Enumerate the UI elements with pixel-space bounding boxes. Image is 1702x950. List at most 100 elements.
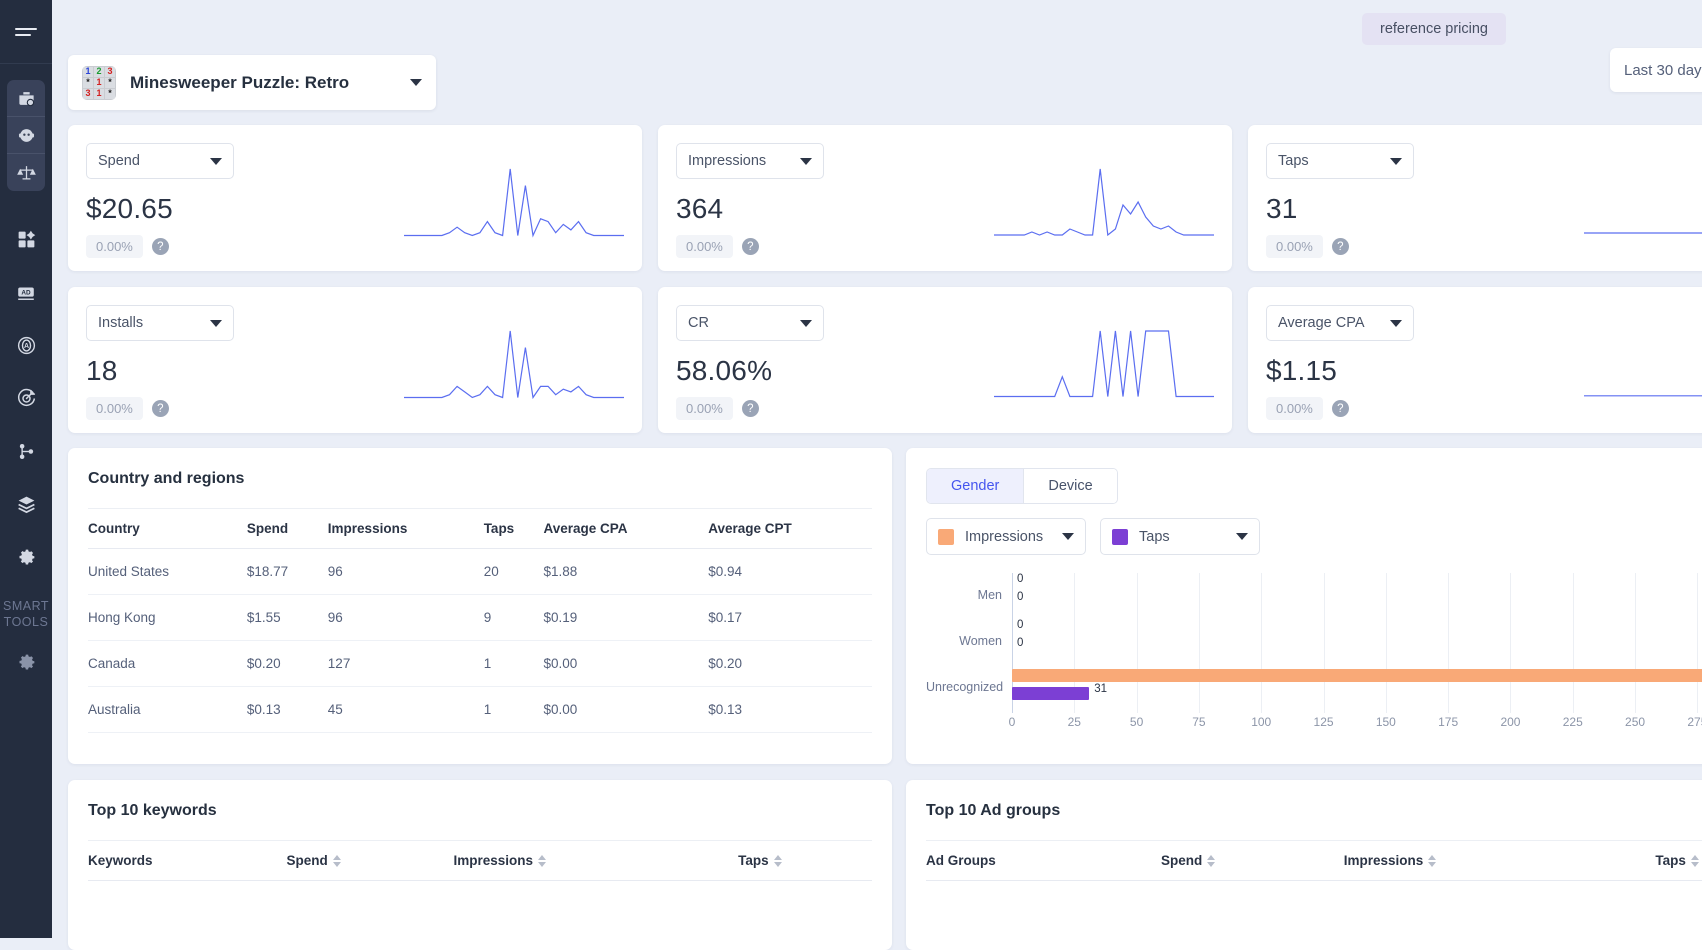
bar-taps-unrecognized[interactable] [1012,687,1089,700]
chevron-down-icon[interactable] [1390,320,1402,327]
sidebar-item-ads[interactable]: AD [0,266,52,319]
sparkline-average-cpa [1584,329,1702,405]
chevron-down-icon[interactable] [410,79,422,86]
chevron-down-icon[interactable] [1390,158,1402,165]
help-icon[interactable]: ? [152,400,169,417]
sidebar-item-account[interactable]: A [0,319,52,372]
bar-label-impressions-men: 0 [1017,573,1023,585]
sidebar-item-campaigns[interactable] [0,372,52,425]
x-tick-label: 275 [1687,715,1702,729]
table-row[interactable]: Hong Kong$1.55969$0.19$0.17 [88,595,872,641]
sidebar-item-layers[interactable] [0,478,52,531]
date-range-selector[interactable]: Last 30 days [1610,48,1702,92]
series-select-impressions[interactable]: Impressions [926,518,1086,555]
panel-title: Top 10 keywords [68,780,892,840]
metric-card-average-cpa: Average CPA$1.150.00%? [1248,287,1702,433]
smart-gear-icon[interactable] [0,642,52,682]
reference-pricing-button[interactable]: reference pricing [1362,13,1506,45]
country-table-body: United States$18.779620$1.88$0.94Hong Ko… [88,549,872,733]
help-icon[interactable]: ? [742,400,759,417]
column-header: Country [88,509,247,549]
table-cell: 1 [484,687,544,733]
x-tick-label: 175 [1438,715,1458,729]
column-header-impressions[interactable]: Impressions [1344,841,1656,881]
country-table-wrap: CountrySpendImpressionsTapsAverage CPAAv… [68,508,892,733]
country-and-regions-panel: Country and regions CountrySpendImpressi… [68,448,892,764]
app-selector[interactable]: 123*1*31* Minesweeper Puzzle: Retro [68,55,436,110]
app-title: Minesweeper Puzzle: Retro [130,73,410,93]
x-tick-label: 225 [1563,715,1583,729]
sidebar-item-settings[interactable] [0,531,52,584]
x-tick-label: 150 [1376,715,1396,729]
sidebar-item-dashboard[interactable] [0,213,52,266]
series-select-taps[interactable]: Taps [1100,518,1260,555]
category-label: Men [926,588,1012,602]
gender-device-panel: GenderDevice ImpressionsTaps Men00Women0… [906,448,1702,764]
metric-select-label: CR [688,315,800,331]
bar-impressions-unrecognized[interactable] [1012,669,1702,682]
column-header: Average CPA [544,509,709,549]
svg-text:AD: AD [21,289,31,296]
metric-select-installs[interactable]: Installs [86,305,234,341]
sort-arrows-icon[interactable] [333,855,341,867]
table-row[interactable]: United States$18.779620$1.88$0.94 [88,549,872,595]
metric-select-average-cpa[interactable]: Average CPA [1266,305,1414,341]
top-adgroups-panel: Top 10 Ad groups Ad GroupsSpendImpressio… [906,780,1702,950]
table-row[interactable]: Canada$0.201271$0.00$0.20 [88,641,872,687]
metric-delta-taps: 0.00% [1266,235,1323,258]
table-cell: $1.88 [544,549,709,595]
column-header-keywords: Keywords [88,841,287,881]
column-header-taps[interactable]: Taps [738,841,872,881]
help-icon[interactable]: ? [742,238,759,255]
adgroups-table-wrap: Ad GroupsSpend ImpressionsTaps [906,840,1702,881]
category-label: Women [926,634,1012,648]
app-icon-cell-8: * [105,89,115,99]
chevron-down-icon[interactable] [210,320,222,327]
bar-label-taps-men: 0 [1017,591,1023,603]
sort-arrows-icon[interactable] [1691,855,1699,867]
category-label: Unrecognized [926,680,1012,694]
series-selectors: Impressions Taps [926,518,1702,555]
column-header: Spend [247,509,328,549]
sort-arrows-icon[interactable] [1428,855,1436,867]
keywords-table-wrap: KeywordsSpendImpressionsTaps [68,840,892,881]
column-header-taps[interactable]: Taps [1655,841,1702,881]
sidebar-item-balance[interactable] [7,154,45,191]
chevron-down-icon[interactable] [1062,533,1074,540]
sidebar-item-structure[interactable] [0,425,52,478]
column-header-impressions[interactable]: Impressions [453,841,738,881]
app-icon-cell-2: 3 [105,67,115,77]
column-header-spend[interactable]: Spend [1161,841,1344,881]
metric-select-taps[interactable]: Taps [1266,143,1414,179]
chevron-down-icon[interactable] [800,158,812,165]
chevron-down-icon[interactable] [800,320,812,327]
tab-device[interactable]: Device [1023,469,1116,503]
column-header-label: Spend [1161,853,1202,868]
sidebar-item-toolbox[interactable] [7,80,45,117]
column-header-label: Taps [1655,853,1686,868]
hamburger-menu-icon[interactable] [0,0,52,64]
sort-arrows-icon[interactable] [538,855,546,867]
table-cell: Hong Kong [88,595,247,641]
sort-arrows-icon[interactable] [1207,855,1215,867]
tab-gender[interactable]: Gender [927,469,1023,503]
sort-arrows-icon[interactable] [774,855,782,867]
help-icon[interactable]: ? [152,238,169,255]
table-row[interactable]: Australia$0.13451$0.00$0.13 [88,687,872,733]
help-icon[interactable]: ? [1332,238,1349,255]
metric-select-spend[interactable]: Spend [86,143,234,179]
x-tick-label: 25 [1068,715,1081,729]
help-icon[interactable]: ? [1332,400,1349,417]
table-cell: $0.00 [544,687,709,733]
chevron-down-icon[interactable] [210,158,222,165]
chevron-down-icon[interactable] [1236,533,1248,540]
x-tick-label: 100 [1251,715,1271,729]
metric-card-spend: Spend$20.650.00%? [68,125,642,271]
bar-label-taps-unrecognized: 31 [1094,683,1107,695]
sidebar-item-assistant[interactable] [7,117,45,154]
metric-select-impressions[interactable]: Impressions [676,143,824,179]
column-header-spend[interactable]: Spend [287,841,454,881]
column-header-ad-groups: Ad Groups [926,841,1161,881]
x-tick-label: 50 [1130,715,1143,729]
metric-select-cr[interactable]: CR [676,305,824,341]
